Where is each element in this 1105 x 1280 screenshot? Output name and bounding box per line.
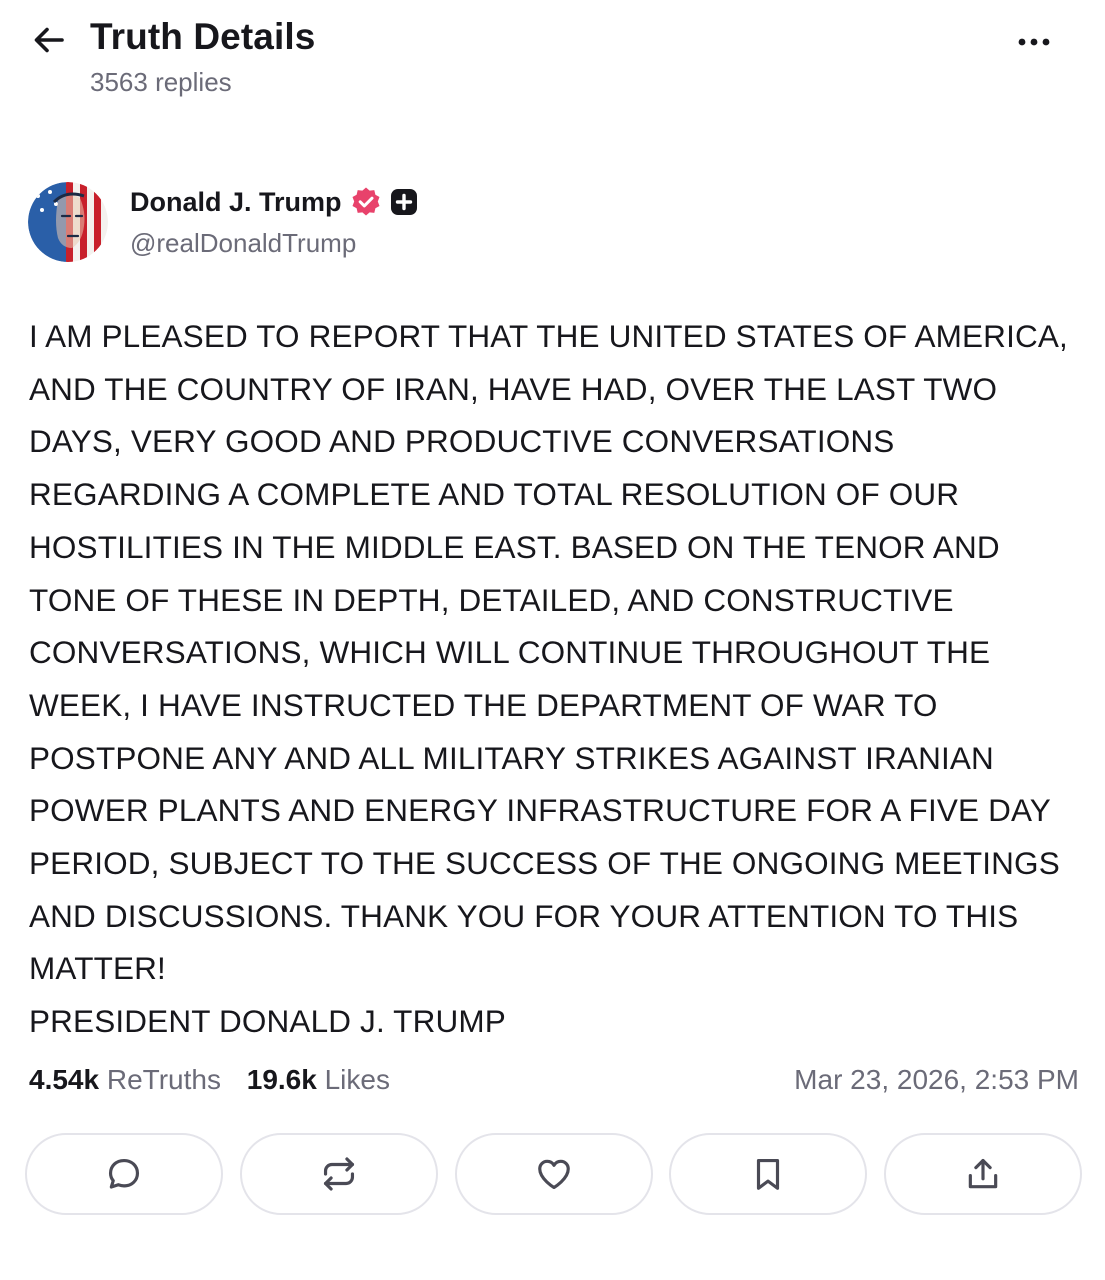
replies-count: 3563 replies — [90, 67, 232, 97]
share-button[interactable] — [884, 1133, 1082, 1215]
author-name-row: Donald J. Trump — [130, 186, 418, 218]
retruths-stat[interactable]: 4.54k ReTruths — [29, 1064, 221, 1096]
plus-badge-icon — [390, 189, 417, 215]
page-header: Truth Details 3563 replies — [0, 0, 1105, 110]
more-options-button[interactable] — [1008, 22, 1060, 62]
post-stats: 4.54k ReTruths 19.6k Likes Mar 23, 2026,… — [29, 1064, 1079, 1104]
arrow-left-icon — [34, 27, 64, 53]
page-title: Truth Details — [90, 16, 316, 57]
verified-badge-icon — [352, 187, 380, 216]
author-handle[interactable]: @realDonaldTrump — [130, 228, 356, 259]
like-button[interactable] — [454, 1133, 653, 1215]
post-timestamp: Mar 23, 2026, 2:53 PM — [794, 1064, 1079, 1095]
back-button[interactable] — [28, 18, 72, 62]
post-author: Donald J. Trump @realDonaldTrump — [28, 180, 1078, 264]
retruths-count: 4.54k — [29, 1064, 100, 1095]
retruth-button[interactable] — [239, 1133, 438, 1215]
author-name[interactable]: Donald J. Trump — [130, 187, 342, 218]
like-icon — [537, 1159, 570, 1190]
likes-count: 19.6k — [246, 1064, 317, 1095]
post-text: I AM PLEASED TO REPORT THAT THE UNITED S… — [29, 318, 1068, 1040]
reply-button[interactable] — [25, 1133, 223, 1215]
avatar-image — [28, 182, 108, 262]
retruth-icon — [323, 1157, 354, 1191]
reply-icon — [108, 1158, 140, 1189]
more-horizontal-icon — [1018, 38, 1050, 46]
retruths-label: ReTruths — [106, 1064, 221, 1095]
avatar[interactable] — [28, 182, 108, 262]
likes-label: Likes — [324, 1064, 390, 1095]
likes-stat[interactable]: 19.6k Likes — [247, 1064, 390, 1096]
action-bar — [25, 1133, 1082, 1217]
bookmark-icon — [757, 1158, 780, 1190]
bookmark-button[interactable] — [669, 1133, 868, 1215]
share-icon — [968, 1158, 998, 1189]
